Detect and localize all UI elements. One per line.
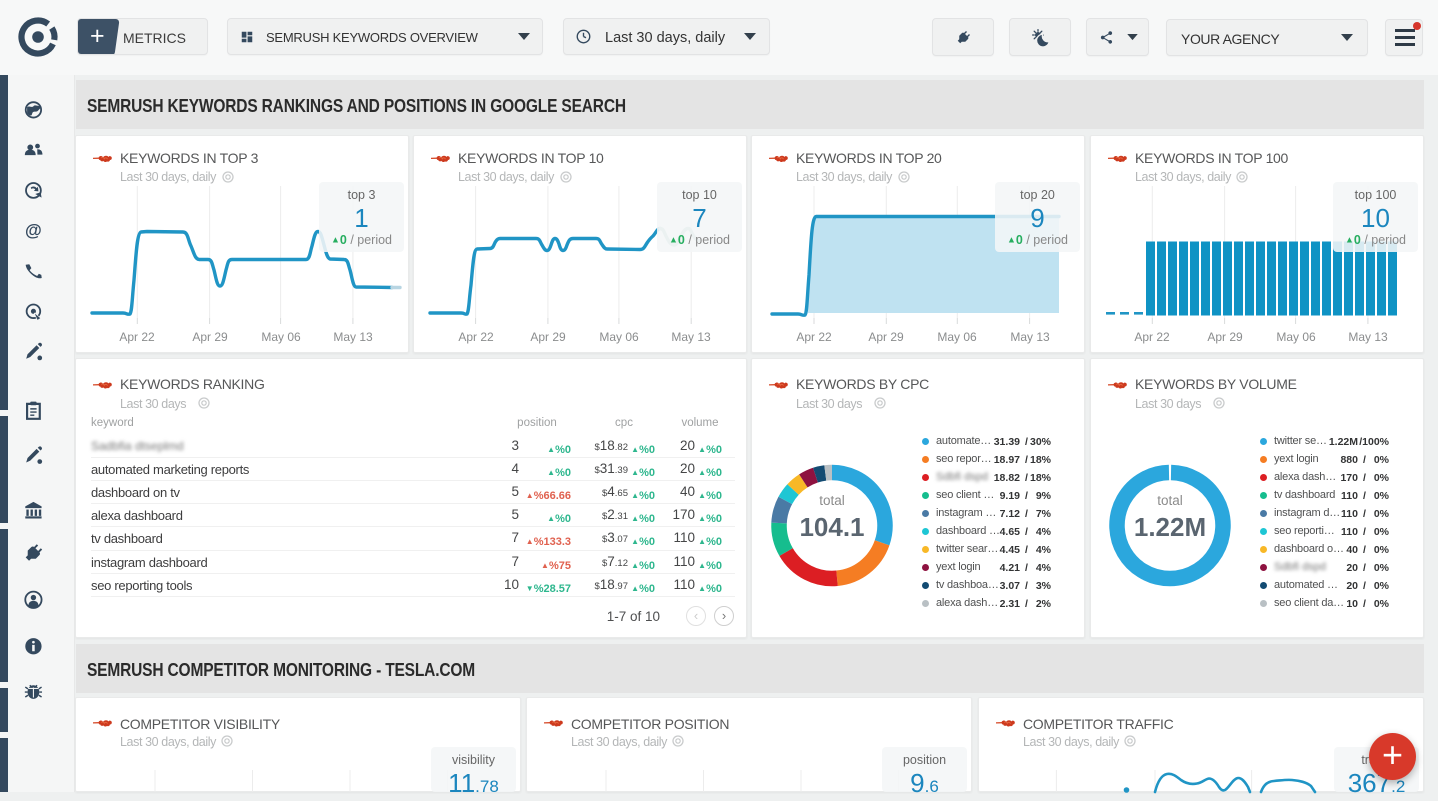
svg-text:@: @ <box>25 220 42 240</box>
